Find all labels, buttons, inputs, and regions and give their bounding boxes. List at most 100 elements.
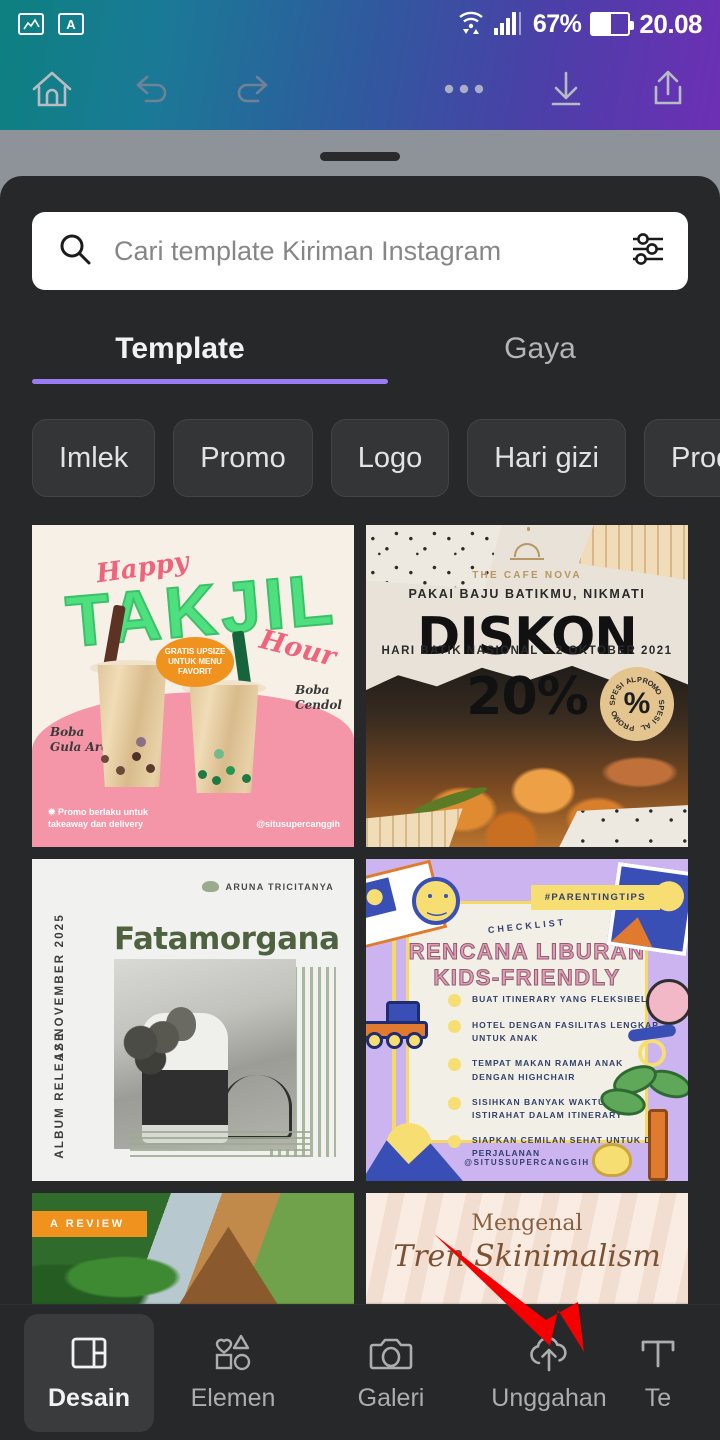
chip-promo[interactable]: Promo bbox=[173, 419, 313, 497]
panel-tabs: Template Gaya bbox=[0, 314, 720, 384]
review-badge: A REVIEW bbox=[32, 1211, 147, 1237]
battery-percent: 67% bbox=[532, 9, 582, 38]
badge-line-1: GRATIS UPSIZE bbox=[164, 647, 226, 656]
download-icon[interactable] bbox=[540, 63, 592, 115]
home-icon[interactable] bbox=[26, 63, 78, 115]
dome-icon bbox=[514, 543, 540, 557]
nav-item-elemen[interactable]: Elemen bbox=[154, 1314, 312, 1432]
shapes-icon bbox=[210, 1332, 256, 1374]
image-icon bbox=[18, 13, 44, 35]
nav-item-desain[interactable]: Desain bbox=[24, 1313, 154, 1432]
liburan-tag: #PARENTINGTIPS bbox=[530, 885, 660, 910]
app-badge-icon: A bbox=[58, 13, 84, 35]
decor-mountain bbox=[611, 908, 687, 952]
tab-template[interactable]: Template bbox=[0, 314, 360, 384]
template-panel: Template Gaya Imlek Promo Logo Hari gizi… bbox=[0, 176, 720, 1440]
bullet-dot-icon bbox=[448, 1096, 461, 1110]
checklist-item: BUAT ITINERARY YANG FLEKSIBEL bbox=[448, 993, 662, 1007]
nav-item-teks[interactable]: Te bbox=[628, 1314, 688, 1432]
bullet-dot-icon bbox=[448, 1058, 461, 1072]
chip-logo[interactable]: Logo bbox=[330, 419, 450, 497]
boba-pearl bbox=[146, 764, 155, 773]
train-wheel bbox=[406, 1032, 423, 1049]
search-bar[interactable] bbox=[32, 212, 688, 290]
status-bar: A 67% 20.08 bbox=[0, 0, 720, 48]
boba-pearl bbox=[212, 776, 221, 785]
boba-pearl bbox=[198, 770, 207, 779]
clock: 20.08 bbox=[639, 8, 702, 39]
boba-cup-right bbox=[182, 630, 266, 793]
nav-label: Elemen bbox=[190, 1384, 276, 1412]
decor-batik-bottom bbox=[559, 805, 688, 847]
editor-toolbar bbox=[0, 48, 720, 130]
battery-icon bbox=[590, 12, 635, 36]
template-card-liburan[interactable]: #PARENTINGTIPS CHECKLIST RENCANA LIBURAN… bbox=[366, 859, 688, 1181]
decor-mountain-scene bbox=[366, 1115, 468, 1181]
brand-name: ARUNA TRICITANYA bbox=[225, 881, 334, 892]
category-chips: Imlek Promo Logo Hari gizi Produk bbox=[32, 419, 720, 497]
tab-gaya[interactable]: Gaya bbox=[360, 314, 720, 384]
chip-hari-gizi[interactable]: Hari gizi bbox=[467, 419, 626, 497]
label-line: Boba bbox=[295, 683, 330, 697]
search-input[interactable] bbox=[92, 235, 630, 267]
nav-label: Te bbox=[644, 1384, 672, 1412]
nav-item-unggahan[interactable]: Unggahan bbox=[470, 1314, 628, 1432]
decor-postcard-photo bbox=[366, 877, 397, 919]
skinimalism-line2: Tren Skinimalism bbox=[393, 1239, 661, 1274]
takjil-badge: GRATIS UPSIZE UNTUK MENU FAVORIT bbox=[156, 637, 234, 687]
decor-rattle bbox=[646, 979, 688, 1025]
footer-line: takeaway dan delivery bbox=[48, 819, 144, 830]
takjil-footer: ✹ Promo berlaku untuk takeaway dan deliv… bbox=[48, 806, 148, 831]
album-photo bbox=[114, 959, 296, 1149]
skinimalism-line1: Mengenal bbox=[471, 1211, 583, 1236]
filter-sliders-icon[interactable] bbox=[630, 232, 666, 271]
nav-label: Galeri bbox=[357, 1384, 425, 1412]
label-line: Cendol bbox=[295, 698, 342, 712]
cup-body bbox=[97, 665, 167, 787]
smiley-eye bbox=[444, 894, 448, 898]
wifi-icon bbox=[457, 9, 485, 40]
checklist-item-text: BUAT ITINERARY YANG FLEKSIBEL bbox=[472, 994, 648, 1004]
takjil-label-right: Boba Cendol bbox=[295, 683, 342, 713]
boba-pearl bbox=[226, 766, 235, 775]
footer-line: ✹ Promo berlaku untuk bbox=[48, 806, 149, 817]
boba-pearl bbox=[101, 755, 109, 763]
cafe-logo: THE CAFE NOVA bbox=[366, 543, 688, 583]
share-icon[interactable] bbox=[642, 63, 694, 115]
boba-cup-left bbox=[90, 604, 174, 787]
cup-body bbox=[189, 685, 259, 793]
blob-icon bbox=[201, 881, 219, 892]
album-release-label: ALBUM RELEASE bbox=[54, 1031, 66, 1159]
template-card-diskon[interactable]: THE CAFE NOVA PAKAI BAJU BATIKMU, NIKMAT… bbox=[366, 525, 688, 847]
chip-imlek[interactable]: Imlek bbox=[32, 419, 156, 497]
search-icon bbox=[58, 232, 92, 271]
brand-name: THE CAFE NOVA bbox=[472, 570, 582, 581]
decor-bouquet bbox=[122, 1021, 184, 1075]
more-options-icon[interactable] bbox=[438, 63, 490, 115]
template-card-review[interactable]: A REVIEW bbox=[32, 1193, 354, 1313]
decor-duck bbox=[592, 1143, 632, 1177]
nav-item-galeri[interactable]: Galeri bbox=[312, 1314, 470, 1432]
undo-icon[interactable] bbox=[126, 63, 178, 115]
album-title: Fatamorgana bbox=[114, 921, 340, 957]
cloud-upload-icon bbox=[526, 1332, 572, 1374]
badge-line-2: UNTUK MENU bbox=[168, 657, 222, 666]
active-tab-indicator bbox=[32, 379, 388, 384]
train-wheel bbox=[386, 1032, 403, 1049]
album-brand: ARUNA TRICITANYA bbox=[201, 881, 334, 892]
train-wheel bbox=[366, 1032, 383, 1049]
drag-handle[interactable] bbox=[320, 152, 400, 161]
logo-rule bbox=[510, 558, 544, 560]
redo-icon[interactable] bbox=[226, 63, 278, 115]
decor-smiley-icon bbox=[412, 877, 460, 925]
template-grid: Happy TAKJIL Hour GRATIS UPSIZE UNTUK ME… bbox=[32, 525, 688, 1313]
template-card-skinimalism[interactable]: Mengenal Tren Skinimalism bbox=[366, 1193, 688, 1313]
nav-label: Desain bbox=[48, 1384, 130, 1412]
badge-line-3: FAVORIT bbox=[177, 667, 213, 676]
boba-pearl bbox=[116, 766, 125, 775]
template-card-takjil[interactable]: Happy TAKJIL Hour GRATIS UPSIZE UNTUK ME… bbox=[32, 525, 354, 847]
chip-produk[interactable]: Produk bbox=[643, 419, 720, 497]
boba-pearl bbox=[132, 752, 141, 761]
bullet-dot-icon bbox=[448, 1020, 461, 1033]
template-card-fatamorgana[interactable]: ARUNA TRICITANYA 12 NOVEMBER 2025 ALBUM … bbox=[32, 859, 354, 1181]
